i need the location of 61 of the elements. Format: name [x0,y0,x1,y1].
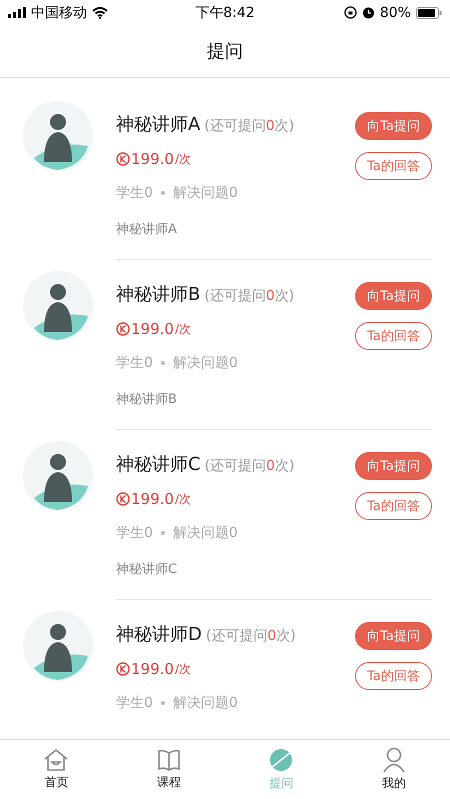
question-quota: (还可提问0次) [204,457,294,475]
tab-bar-item[interactable]: 提问 [225,740,338,799]
student-count: 学生0 [116,694,153,712]
separator-dot [160,191,165,195]
home-icon [43,748,70,772]
solved-count: 解决问题0 [172,354,238,372]
teacher-name: 神秘讲师B [116,283,200,306]
answers-button[interactable]: Ta的回答 [355,322,432,350]
book-icon [156,748,181,772]
signal-icon [8,7,26,18]
solved-count: 解决问题0 [172,524,238,542]
ask-button[interactable]: 向Ta提问 [355,282,432,310]
separator-dot [160,361,165,365]
coin-icon [116,152,130,166]
tab-bar-item[interactable]: 我的 [338,740,450,799]
price: 199.0 [131,660,174,678]
avatar-silhouette [22,610,94,682]
price: 199.0 [131,490,174,508]
price: 199.0 [131,320,174,338]
tab-bar-item[interactable]: 课程 [112,740,225,799]
student-count: 学生0 [116,184,153,202]
price-unit: /次 [174,150,191,168]
question-quota: (还可提问0次) [206,627,296,645]
price-unit: /次 [174,490,191,508]
teacher-description: 神秘讲师C [116,561,178,578]
page-title: 提问 [207,40,243,63]
battery-percent: 80% [380,4,411,20]
teacher-description: 神秘讲师A [116,221,178,238]
ask-button[interactable]: 向Ta提问 [355,112,432,140]
question-quota: (还可提问0次) [204,287,294,305]
answers-button[interactable]: Ta的回答 [355,662,432,690]
ask-button[interactable]: 向Ta提问 [355,452,432,480]
status-time: 下午8:42 [195,4,255,22]
student-count: 学生0 [116,524,153,542]
person-icon [382,747,406,773]
teacher-name: 神秘讲师D [116,623,202,646]
carrier-name: 中国移动 [31,4,87,22]
coin-icon [116,662,130,676]
student-count: 学生0 [116,354,153,372]
coin-icon [116,322,130,336]
question-quota: (还可提问0次) [204,117,294,135]
tab-bar-item[interactable]: 首页 [0,740,112,799]
price-unit: /次 [174,320,191,338]
ask-button[interactable]: 向Ta提问 [355,622,432,650]
separator-dot [160,531,165,535]
avatar-silhouette [22,440,94,512]
price-unit: /次 [174,660,191,678]
avatar-silhouette [22,100,94,172]
teacher-description: 神秘讲师B [116,391,178,408]
solved-count: 解决问题0 [172,184,238,202]
separator-dot [160,701,165,705]
teacher-name: 神秘讲师A [116,113,200,136]
coin-icon [116,492,130,506]
wifi-icon [92,6,108,18]
price: 199.0 [131,150,174,168]
solved-count: 解决问题0 [172,694,238,712]
teacher-name: 神秘讲师C [116,453,201,476]
answers-button[interactable]: Ta的回答 [355,152,432,180]
battery-icon [416,6,442,18]
answers-button[interactable]: Ta的回答 [355,492,432,520]
avatar-silhouette [22,270,94,342]
